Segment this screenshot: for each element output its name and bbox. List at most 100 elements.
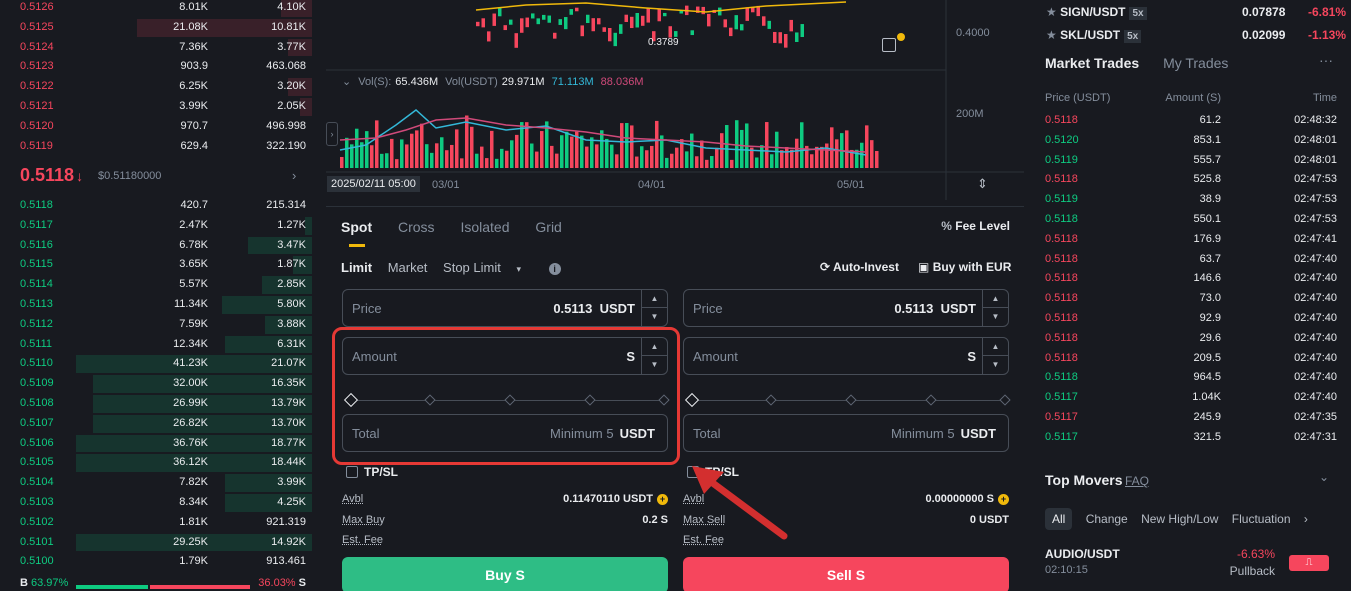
scale-icon[interactable]: ⇕ xyxy=(977,176,988,192)
sell-price-stepper[interactable]: ▲ ▼ xyxy=(982,290,1008,326)
sell-amount-slider[interactable] xyxy=(684,392,1011,408)
tab-new-high-low[interactable]: New High/Low xyxy=(1141,512,1218,526)
order-book-ask-row[interactable]: 0.5120 970.7 496.998 xyxy=(0,117,320,137)
order-book-ask-row[interactable]: 0.5124 7.36K 3.77K xyxy=(0,38,320,58)
ask-total: 4.10K xyxy=(277,1,306,13)
ask-amount: 3.99K xyxy=(179,100,208,112)
order-book-ask-row[interactable]: 0.5126 8.01K 4.10K xyxy=(0,0,320,18)
buy-with-eur-button[interactable]: ▣ Buy with EUR xyxy=(918,260,1011,274)
sell-price-field[interactable]: Price 0.5113 USDT ▲ ▼ xyxy=(683,289,1009,327)
order-book-bid-row[interactable]: 0.5105 36.12K 18.44K xyxy=(0,453,320,473)
star-icon[interactable]: ★ xyxy=(1046,28,1057,42)
bid-price: 0.5108 xyxy=(20,397,54,409)
tab-limit[interactable]: Limit xyxy=(341,260,372,275)
buy-avbl-row: Avbl 0.11470110 USDT + xyxy=(342,493,668,505)
order-book-bid-row[interactable]: 0.5108 26.99K 13.79K xyxy=(0,394,320,414)
add-funds-icon[interactable]: + xyxy=(657,494,668,505)
tab-all[interactable]: All xyxy=(1045,508,1073,530)
auto-invest-button[interactable]: ⟳ Auto-Invest xyxy=(820,260,899,274)
volume-bar xyxy=(625,123,629,168)
order-book-bid-row[interactable]: 0.5118 420.7 215.314 xyxy=(0,196,320,216)
mover-row[interactable]: AUDIO/USDT 02:10:15 -6.63% Pullback ⎍ xyxy=(1045,547,1337,578)
pair-row[interactable]: ★ SKL/USDT 5x 0.02099 -1.13% xyxy=(1046,28,1346,43)
sell-amount-field[interactable]: Amount S ▲ ▼ xyxy=(683,337,1009,375)
slider-mark-50[interactable] xyxy=(845,394,857,406)
bid-price: 0.5116 xyxy=(20,238,53,251)
tab-cross[interactable]: Cross xyxy=(398,219,435,235)
slider-handle[interactable] xyxy=(684,392,700,408)
star-icon[interactable]: ★ xyxy=(1046,5,1057,19)
slider-mark-75[interactable] xyxy=(925,394,937,406)
tab-fluctuation[interactable]: Fluctuation xyxy=(1232,512,1291,526)
tab-change[interactable]: Change xyxy=(1086,512,1128,526)
candlestick-chart[interactable] xyxy=(326,0,1024,200)
add-funds-icon[interactable]: + xyxy=(998,494,1009,505)
chevron-right-icon[interactable]: › xyxy=(1304,512,1308,526)
order-book-bid-row[interactable]: 0.5114 5.57K 2.85K xyxy=(0,275,320,295)
x-tick: 04/01 xyxy=(638,179,666,191)
order-book-ask-row[interactable]: 0.5121 3.99K 2.05K xyxy=(0,97,320,117)
increment-icon[interactable]: ▲ xyxy=(642,290,667,308)
buy-price-value[interactable]: 0.5113 USDT xyxy=(553,301,635,316)
slider-mark-100[interactable] xyxy=(999,394,1011,406)
tab-isolated[interactable]: Isolated xyxy=(460,219,509,235)
volume-legend-chevron-icon[interactable]: ⌄ xyxy=(342,76,351,88)
sell-price-value[interactable]: 0.5113 USDT xyxy=(894,301,976,316)
collapse-icon[interactable]: ⌄ xyxy=(1319,470,1329,484)
order-book-bid-row[interactable]: 0.5117 2.47K 1.27K xyxy=(0,216,320,236)
order-book-last-price[interactable]: 0.5118 ↓ $0.51180000 › xyxy=(0,160,320,194)
order-book-bid-row[interactable]: 0.5107 26.82K 13.70K xyxy=(0,414,320,434)
sell-total-field[interactable]: Total Minimum 5 USDT xyxy=(683,414,1009,452)
price-chart[interactable]: 0.3789 0.4000 200M ⌄ Vol(S): 65.436M Vol(… xyxy=(326,0,1024,200)
chevron-right-icon[interactable]: › xyxy=(292,168,296,183)
order-book-bid-row[interactable]: 0.5110 41.23K 21.07K xyxy=(0,354,320,374)
sell-button[interactable]: Sell S xyxy=(683,557,1009,591)
order-book-bid-row[interactable]: 0.5116 6.78K 3.47K xyxy=(0,236,320,256)
increment-icon[interactable]: ▲ xyxy=(983,290,1008,308)
order-book-bid-row[interactable]: 0.5113 11.34K 5.80K xyxy=(0,295,320,315)
order-book-ask-row[interactable]: 0.5123 903.9 463.068 xyxy=(0,57,320,77)
tab-market-trades[interactable]: Market Trades xyxy=(1045,55,1139,71)
candle xyxy=(690,30,694,36)
volume-bar xyxy=(550,145,554,168)
faq-link[interactable]: FAQ xyxy=(1125,474,1149,488)
decrement-icon[interactable]: ▼ xyxy=(983,308,1008,326)
order-book-bid-row[interactable]: 0.5109 32.00K 16.35K xyxy=(0,374,320,394)
order-book-ask-row[interactable]: 0.5125 21.08K 10.81K xyxy=(0,18,320,38)
alert-icon[interactable] xyxy=(882,38,896,52)
order-book-bid-row[interactable]: 0.5104 7.82K 3.99K xyxy=(0,473,320,493)
sell-amount-stepper[interactable]: ▲ ▼ xyxy=(982,338,1008,374)
info-icon[interactable]: i xyxy=(548,263,561,275)
order-book-ask-row[interactable]: 0.5122 6.25K 3.20K xyxy=(0,77,320,97)
pair-row[interactable]: ★ SIGN/USDT 5x 0.07878 -6.81% xyxy=(1046,5,1346,20)
bid-price: 0.5118 xyxy=(20,199,53,211)
decrement-icon[interactable]: ▼ xyxy=(983,356,1008,374)
tab-spot[interactable]: Spot xyxy=(341,219,372,235)
buy-price-stepper[interactable]: ▲ ▼ xyxy=(641,290,667,326)
tab-market[interactable]: Market xyxy=(388,260,428,275)
tab-stop-limit[interactable]: Stop Limit ▾ xyxy=(443,260,533,275)
more-icon[interactable]: ··· xyxy=(1319,52,1333,68)
order-book-bid-row[interactable]: 0.5102 1.81K 921.319 xyxy=(0,513,320,533)
volume-bar xyxy=(790,149,794,168)
expand-panel-icon[interactable]: › xyxy=(326,122,338,146)
order-book-bid-row[interactable]: 0.5103 8.34K 4.25K xyxy=(0,493,320,513)
order-book-ask-row[interactable]: 0.5119 629.4 322.190 xyxy=(0,137,320,157)
order-book-bid-row[interactable]: 0.5115 3.65K 1.87K xyxy=(0,255,320,275)
buy-button[interactable]: Buy S xyxy=(342,557,668,591)
order-book-bid-row[interactable]: 0.5101 29.25K 14.92K xyxy=(0,533,320,553)
fee-level-button[interactable]: % Fee Level xyxy=(941,219,1010,233)
buy-price-field[interactable]: Price 0.5113 USDT ▲ ▼ xyxy=(342,289,668,327)
candle xyxy=(740,24,744,31)
decrement-icon[interactable]: ▼ xyxy=(642,308,667,326)
candle xyxy=(630,16,634,29)
slider-mark-25[interactable] xyxy=(765,394,777,406)
buy-tpsl-checkbox[interactable]: TP/SL xyxy=(346,465,398,479)
order-book-bid-row[interactable]: 0.5106 36.76K 18.77K xyxy=(0,434,320,454)
tab-my-trades[interactable]: My Trades xyxy=(1163,55,1228,71)
order-book-bid-row[interactable]: 0.5111 12.34K 6.31K xyxy=(0,335,320,355)
order-book-bid-row[interactable]: 0.5100 1.79K 913.461 xyxy=(0,552,320,572)
tab-grid[interactable]: Grid xyxy=(535,219,561,235)
order-book-bid-row[interactable]: 0.5112 7.59K 3.88K xyxy=(0,315,320,335)
increment-icon[interactable]: ▲ xyxy=(983,338,1008,356)
